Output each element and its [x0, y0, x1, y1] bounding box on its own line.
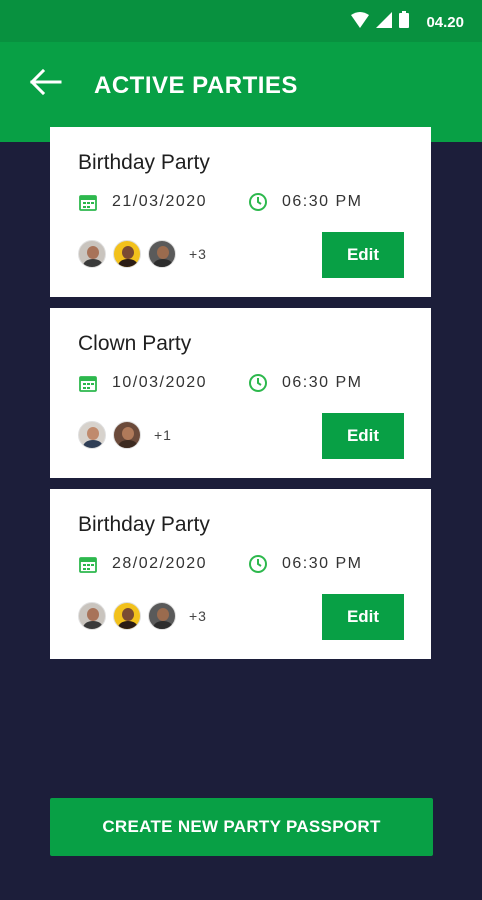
- calendar-icon: [78, 192, 98, 212]
- status-time: 04.20: [426, 13, 464, 31]
- party-date: 10/03/2020: [112, 374, 208, 391]
- party-time: 06:30 PM: [282, 555, 363, 572]
- wifi-icon: [351, 11, 370, 33]
- avatar: [148, 240, 176, 268]
- time-row: 06:30 PM: [248, 554, 362, 574]
- party-card[interactable]: Clown Party 10/03/2020 06:30 PM +1 Edit: [50, 308, 431, 478]
- page-title: ACTIVE PARTIES: [94, 72, 298, 99]
- avatar: [113, 602, 141, 630]
- date-row: 21/03/2020: [78, 192, 207, 212]
- avatar: [78, 602, 106, 630]
- extra-guests-count: +3: [189, 608, 207, 624]
- extra-guests-count: +1: [154, 427, 172, 443]
- calendar-icon: [78, 373, 98, 393]
- party-date: 21/03/2020: [112, 193, 208, 210]
- party-time: 06:30 PM: [282, 374, 363, 391]
- time-row: 06:30 PM: [248, 373, 362, 393]
- edit-button[interactable]: Edit: [322, 594, 404, 640]
- arrow-left-icon: [28, 68, 62, 101]
- create-party-passport-button[interactable]: CREATE NEW PARTY PASSPORT: [50, 798, 433, 856]
- status-icons: 04.20: [351, 11, 464, 33]
- party-title: Birthday Party: [78, 513, 210, 536]
- party-title: Clown Party: [78, 332, 192, 355]
- clock-icon: [248, 554, 268, 574]
- date-row: 10/03/2020: [78, 373, 207, 393]
- clock-icon: [248, 192, 268, 212]
- battery-icon: [399, 11, 410, 33]
- calendar-icon: [78, 554, 98, 574]
- avatar: [78, 240, 106, 268]
- edit-button[interactable]: Edit: [322, 413, 404, 459]
- party-card[interactable]: Birthday Party 21/03/2020 06:30 PM +3 Ed…: [50, 127, 431, 297]
- date-row: 28/02/2020: [78, 554, 207, 574]
- cellular-signal-icon: [376, 11, 393, 33]
- party-card[interactable]: Birthday Party 28/02/2020 06:30 PM +3 Ed…: [50, 489, 431, 659]
- extra-guests-count: +3: [189, 246, 207, 262]
- back-button[interactable]: [26, 66, 64, 102]
- avatar: [113, 421, 141, 449]
- party-time: 06:30 PM: [282, 193, 363, 210]
- time-row: 06:30 PM: [248, 192, 362, 212]
- avatar: [113, 240, 141, 268]
- guest-avatars: +3: [78, 240, 207, 268]
- status-bar: 04.20: [0, 0, 482, 42]
- clock-icon: [248, 373, 268, 393]
- party-date: 28/02/2020: [112, 555, 208, 572]
- avatar: [148, 602, 176, 630]
- avatar: [78, 421, 106, 449]
- party-title: Birthday Party: [78, 151, 210, 174]
- edit-button[interactable]: Edit: [322, 232, 404, 278]
- guest-avatars: +1: [78, 421, 172, 449]
- guest-avatars: +3: [78, 602, 207, 630]
